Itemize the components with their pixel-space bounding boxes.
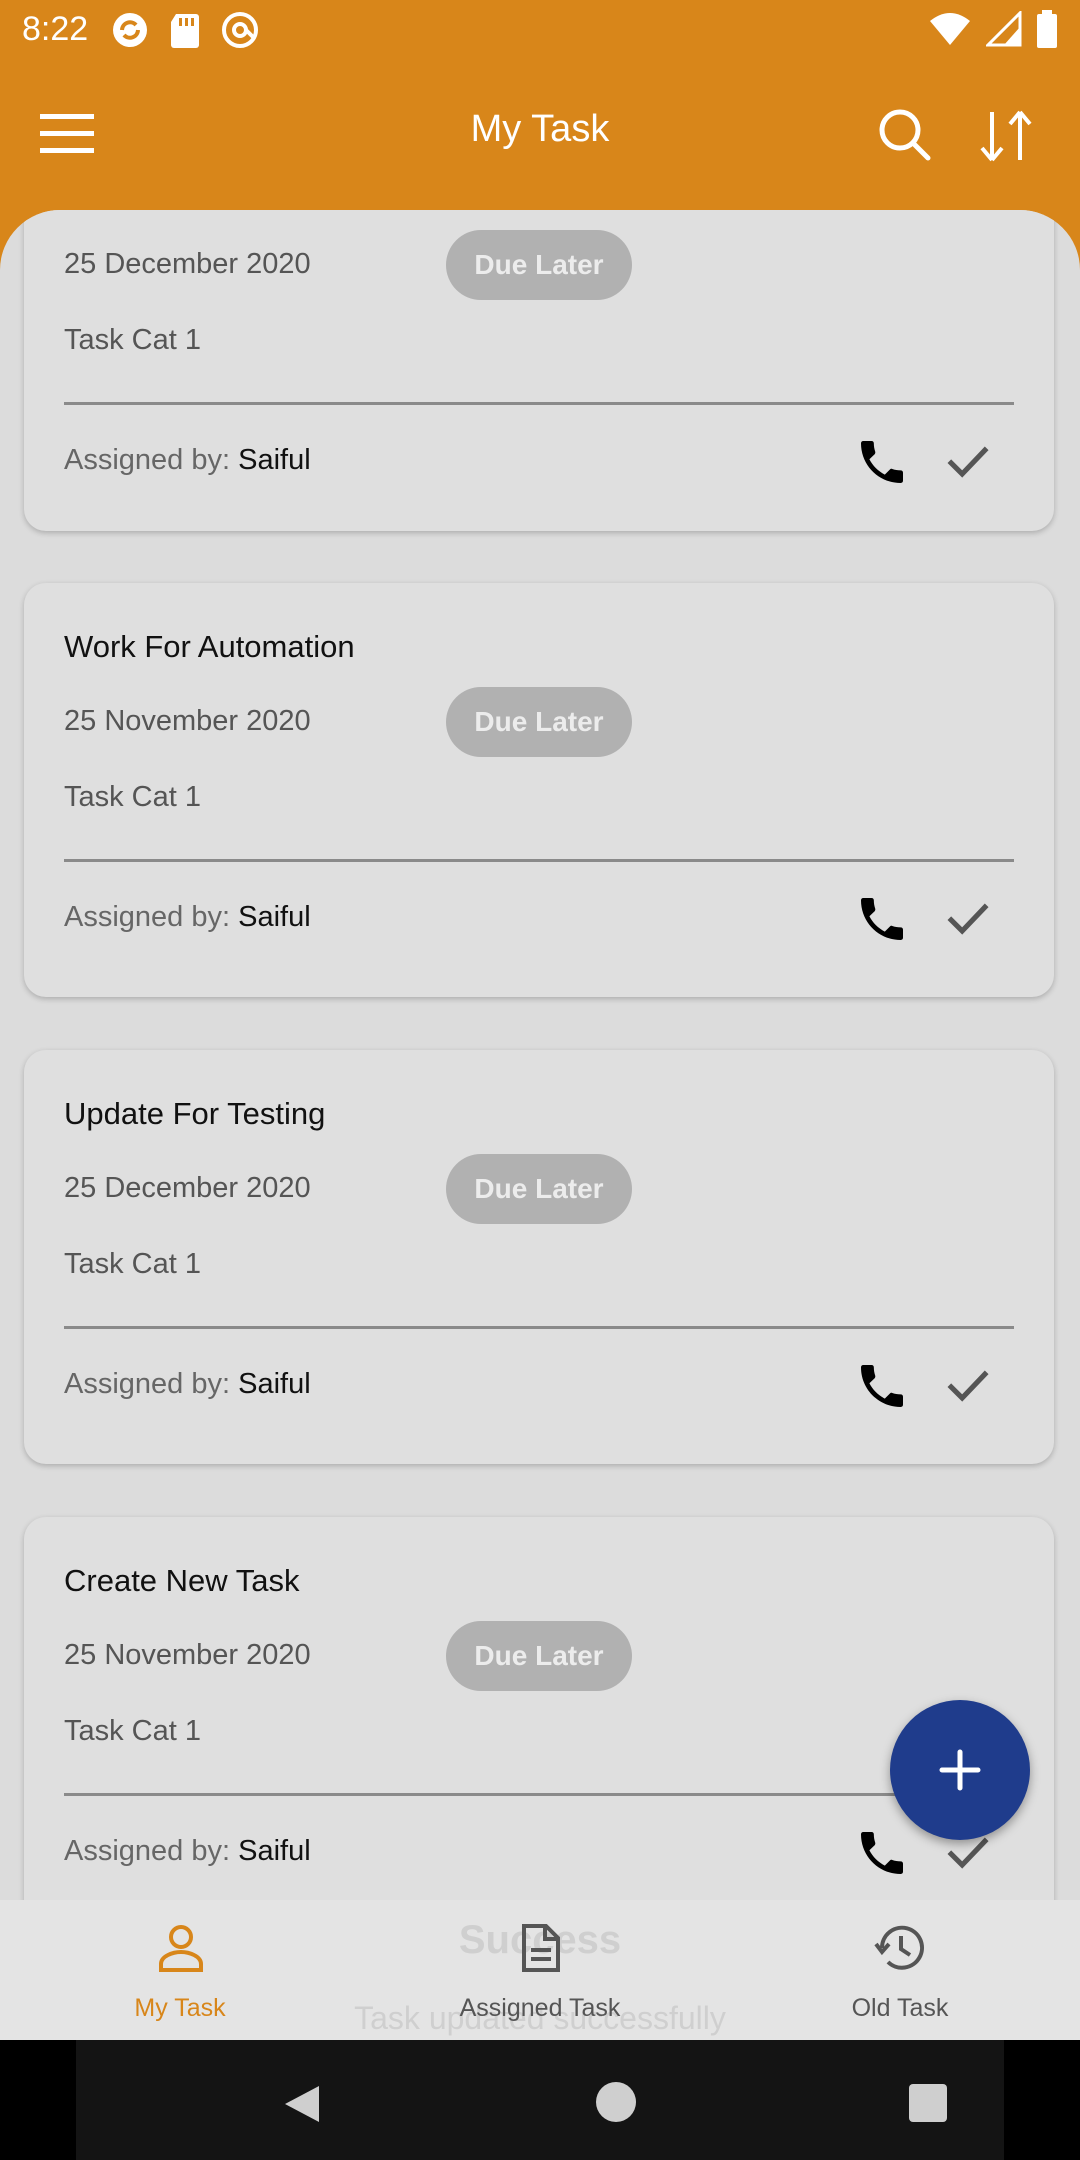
task-card[interactable]: Work For Automation 25 November 2020 Due… xyxy=(24,583,1054,997)
task-category: Task Cat 1 xyxy=(64,1248,201,1280)
back-icon[interactable] xyxy=(281,2082,325,2126)
plus-icon xyxy=(939,1749,981,1791)
phone-icon[interactable] xyxy=(854,434,910,490)
assigned-by-label: Assigned by: xyxy=(64,901,239,933)
status-badge: Due Later xyxy=(446,1621,632,1691)
phone-icon[interactable] xyxy=(854,1358,910,1414)
check-icon[interactable] xyxy=(940,432,996,488)
sd-card-icon xyxy=(171,14,199,48)
signal-icon xyxy=(986,11,1022,47)
task-category: Task Cat 1 xyxy=(64,781,201,813)
check-icon[interactable] xyxy=(940,889,996,945)
system-navigation-bar xyxy=(0,2040,1080,2160)
task-date: 25 December 2020 xyxy=(64,1172,311,1204)
history-icon xyxy=(874,1925,924,1970)
status-time: 8:22 xyxy=(22,10,89,48)
task-title: Work For Automation xyxy=(64,629,355,664)
assigned-by-name: Saiful xyxy=(238,444,311,476)
system-status-icons xyxy=(928,10,1058,48)
assigned-by: Assigned by: Saiful xyxy=(64,444,311,477)
system-nav-inner xyxy=(76,2040,1004,2160)
home-icon[interactable] xyxy=(596,2082,636,2122)
battery-icon xyxy=(1037,10,1057,48)
nav-label: Old Task xyxy=(851,1994,949,2022)
assigned-by: Assigned by: Saiful xyxy=(64,901,311,934)
sync-app-icon xyxy=(113,13,147,47)
at-sign-icon xyxy=(222,12,258,48)
assigned-by-label: Assigned by: xyxy=(64,444,239,476)
divider xyxy=(64,859,1014,862)
nav-my-task[interactable]: My Task xyxy=(0,1900,360,2040)
assigned-by-label: Assigned by: xyxy=(64,1368,239,1400)
document-icon xyxy=(522,1924,560,1972)
divider xyxy=(64,1793,1014,1796)
nav-old-task[interactable]: Old Task xyxy=(720,1900,1080,2040)
assigned-by-label: Assigned by: xyxy=(64,1835,239,1867)
add-task-button[interactable] xyxy=(890,1700,1030,1840)
task-date: 25 November 2020 xyxy=(64,705,311,737)
nav-label: Assigned Task xyxy=(459,1994,621,2022)
bottom-navigation: Success Task updated successfully My Tas… xyxy=(0,1900,1080,2040)
status-badge: Due Later xyxy=(446,1154,632,1224)
wifi-icon xyxy=(930,13,970,45)
task-category: Task Cat 1 xyxy=(64,1715,201,1747)
task-date: 25 December 2020 xyxy=(64,248,311,280)
task-title: Update For Testing xyxy=(64,1096,326,1131)
divider xyxy=(64,402,1014,405)
assigned-by: Assigned by: Saiful xyxy=(64,1368,311,1401)
status-badge: Due Later xyxy=(446,687,632,757)
nav-label: My Task xyxy=(134,1994,226,2022)
check-icon[interactable] xyxy=(940,1356,996,1412)
phone-icon[interactable] xyxy=(854,1825,910,1881)
divider xyxy=(64,1326,1014,1329)
notification-icons xyxy=(110,10,260,50)
status-badge: Due Later xyxy=(446,230,632,300)
task-card[interactable]: Create New Task 25 November 2020 Due Lat… xyxy=(24,1517,1054,1900)
task-title: Create New Task xyxy=(64,1563,300,1598)
sort-icon[interactable] xyxy=(976,106,1036,166)
task-card[interactable]: 25 December 2020 Due Later Task Cat 1 As… xyxy=(24,210,1054,531)
assigned-by-name: Saiful xyxy=(238,1835,311,1867)
task-list[interactable]: 25 December 2020 Due Later Task Cat 1 As… xyxy=(0,210,1080,1900)
assigned-by: Assigned by: Saiful xyxy=(64,1835,311,1868)
recent-apps-icon[interactable] xyxy=(909,2084,947,2122)
phone-icon[interactable] xyxy=(854,891,910,947)
assigned-by-name: Saiful xyxy=(238,901,311,933)
task-date: 25 November 2020 xyxy=(64,1639,311,1671)
task-card[interactable]: Update For Testing 25 December 2020 Due … xyxy=(24,1050,1054,1464)
search-icon[interactable] xyxy=(876,106,932,162)
person-icon xyxy=(159,1925,203,1972)
nav-assigned-task[interactable]: Assigned Task xyxy=(360,1900,720,2040)
assigned-by-name: Saiful xyxy=(238,1368,311,1400)
task-category: Task Cat 1 xyxy=(64,324,201,356)
